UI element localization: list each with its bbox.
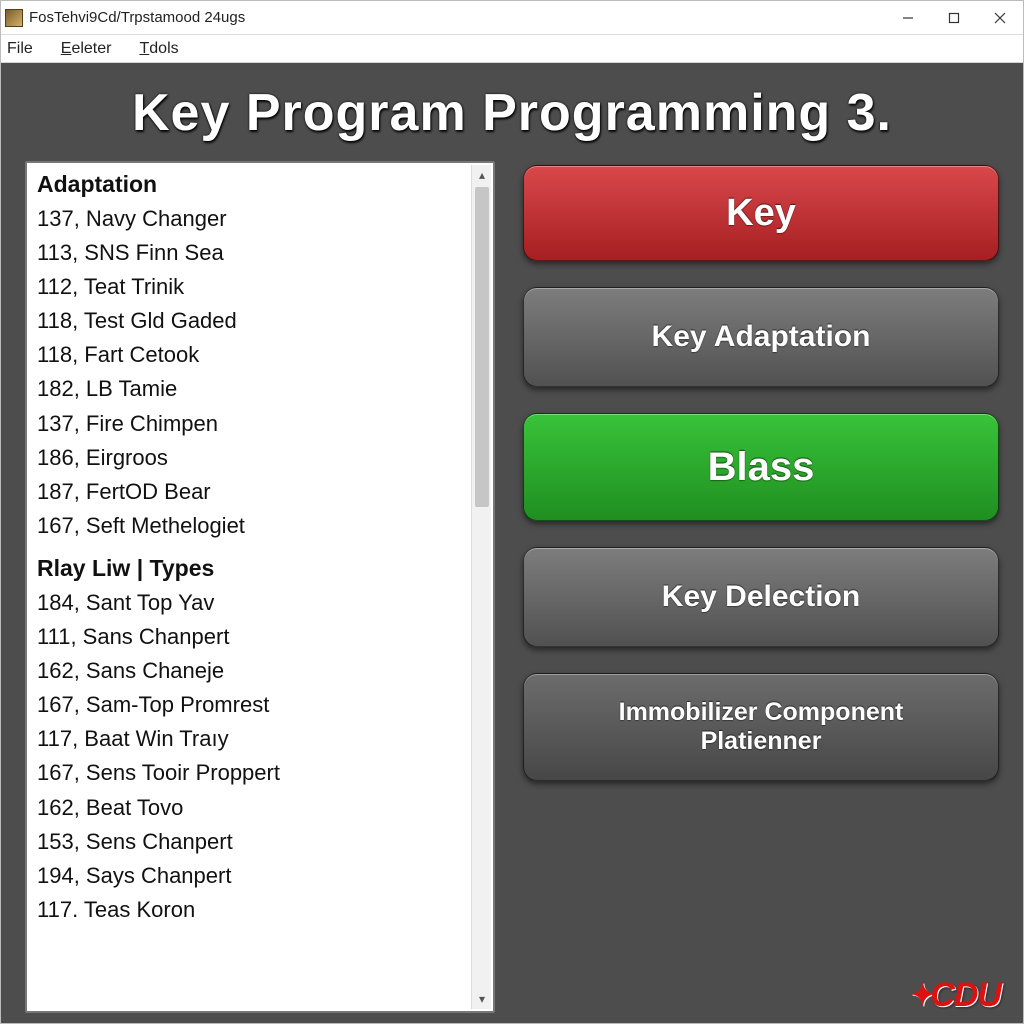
- immobilizer-button[interactable]: Immobilizer Component Platienner: [523, 673, 999, 781]
- menubar: File Eeleter Tdols: [1, 35, 1023, 63]
- list-item[interactable]: 113, SNS Finn Sea: [37, 236, 493, 270]
- list-item[interactable]: 117. Teas Koron: [37, 893, 493, 927]
- window-title: FosTehvi9Cd/Trpstamood 24ugs: [29, 9, 245, 26]
- adaptation-listbox[interactable]: Adaptation 137, Navy Changer113, SNS Finn…: [25, 161, 495, 1013]
- list-item[interactable]: 153, Sens Chanpert: [37, 825, 493, 859]
- app-icon: [5, 9, 23, 27]
- list-item[interactable]: 167, Seft Methelogiet: [37, 509, 493, 543]
- scroll-down-icon[interactable]: ▾: [472, 989, 492, 1009]
- list-item[interactable]: 117, Baat Win Traıy: [37, 722, 493, 756]
- page-title: Key Program Programming 3.: [25, 83, 999, 143]
- key-delection-button[interactable]: Key Delection: [523, 547, 999, 647]
- titlebar: FosTehvi9Cd/Trpstamood 24ugs: [1, 1, 1023, 35]
- list-item[interactable]: 167, Sam-Top Promrest: [37, 688, 493, 722]
- button-column: Key Key Adaptation Blass Key Delection I…: [523, 161, 999, 1013]
- scroll-thumb[interactable]: [475, 187, 489, 507]
- list-item[interactable]: 137, Navy Changer: [37, 202, 493, 236]
- key-adaptation-button[interactable]: Key Adaptation: [523, 287, 999, 387]
- close-icon: [994, 12, 1006, 24]
- menu-file[interactable]: File: [7, 40, 33, 58]
- list-item[interactable]: 167, Sens Tooir Proppert: [37, 756, 493, 790]
- close-button[interactable]: [977, 1, 1023, 35]
- menu-tdols[interactable]: Tdols: [139, 40, 178, 58]
- menu-eeleter[interactable]: Eeleter: [61, 40, 112, 58]
- list-item[interactable]: 187, FertOD Bear: [37, 475, 493, 509]
- list-section-header: Rlay Liw | Types: [37, 555, 493, 582]
- list-item[interactable]: 194, Says Chanpert: [37, 859, 493, 893]
- list-item[interactable]: 162, Beat Tovo: [37, 791, 493, 825]
- maximize-icon: [948, 12, 960, 24]
- list-item[interactable]: 184, Sant Top Yav: [37, 586, 493, 620]
- maximize-button[interactable]: [931, 1, 977, 35]
- brand-logo: ✦ CDU: [910, 976, 1001, 1015]
- blass-button[interactable]: Blass: [523, 413, 999, 521]
- immobilizer-label-line1: Immobilizer Component: [619, 698, 904, 727]
- app-window: FosTehvi9Cd/Trpstamood 24ugs File Eelete…: [0, 0, 1024, 1024]
- scroll-up-icon[interactable]: ▴: [472, 165, 492, 185]
- workarea: Key Program Programming 3. Adaptation 137…: [1, 63, 1023, 1023]
- minimize-icon: [902, 12, 914, 24]
- list-item[interactable]: 162, Sans Chaneje: [37, 654, 493, 688]
- list-item[interactable]: 186, Eirgroos: [37, 441, 493, 475]
- list-item[interactable]: 111, Sans Chanpert: [37, 620, 493, 654]
- list-item[interactable]: 182, LB Tamie: [37, 372, 493, 406]
- list-item[interactable]: 137, Fire Chimpen: [37, 407, 493, 441]
- immobilizer-label-line2: Platienner: [701, 727, 822, 756]
- minimize-button[interactable]: [885, 1, 931, 35]
- list-item[interactable]: 118, Fart Cetook: [37, 338, 493, 372]
- brand-text: CDU: [930, 976, 1001, 1015]
- list-item[interactable]: 118, Test Gld Gaded: [37, 304, 493, 338]
- scrollbar[interactable]: ▴ ▾: [471, 165, 491, 1009]
- list-section-header: Adaptation: [37, 171, 493, 198]
- key-button[interactable]: Key: [523, 165, 999, 261]
- list-item[interactable]: 112, Teat Trinik: [37, 270, 493, 304]
